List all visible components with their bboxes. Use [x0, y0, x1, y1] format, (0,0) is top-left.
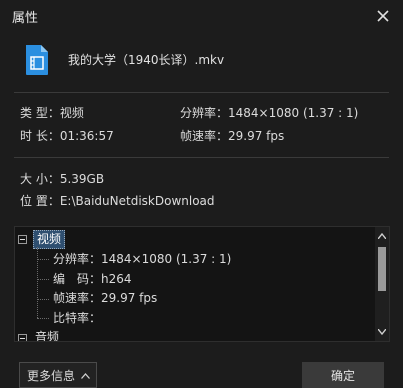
file-name: 我的大学（1940长译）.mkv	[68, 53, 225, 67]
collapse-icon[interactable]	[18, 235, 27, 244]
tree-item[interactable]: 帧速率：29.97 fps	[53, 290, 157, 306]
window-title: 属性	[12, 11, 39, 26]
divider	[14, 157, 389, 158]
collapse-icon[interactable]	[18, 334, 27, 341]
path-label: 位 置：	[20, 194, 60, 208]
size-label: 大 小：	[20, 172, 60, 186]
framerate-row: 帧速率：29.97 fps	[180, 127, 284, 144]
duration-label: 时 长：	[20, 129, 60, 143]
scroll-up-icon[interactable]	[375, 229, 389, 243]
title-bar: 属性	[0, 0, 403, 32]
resolution-label: 分辨率：	[180, 106, 229, 120]
tree-item-label: 比特率：	[53, 311, 102, 325]
size-value: 5.39GB	[59, 172, 105, 186]
resolution-row: 分辨率：1484×1080 (1.37 : 1)	[180, 104, 358, 121]
tree-item[interactable]: 比特率：	[53, 310, 101, 326]
tree-item-value: h264	[101, 272, 132, 286]
type-row: 类 型：视频	[20, 104, 84, 121]
tree-item[interactable]: 编 码：h264	[53, 271, 132, 287]
tree-item-value: 1484×1080 (1.37 : 1)	[101, 252, 232, 266]
tree-connector	[37, 318, 49, 319]
tree-item-label: 分辨率：	[53, 252, 102, 266]
framerate-value: 29.97 fps	[228, 129, 285, 143]
media-info-tree[interactable]: 视频 分辨率：1484×1080 (1.37 : 1) 编 码：h264 帧速率…	[14, 226, 390, 342]
more-info-label: 更多信息	[27, 368, 76, 383]
scrollbar-thumb[interactable]	[378, 247, 386, 291]
scroll-down-icon[interactable]	[375, 325, 389, 339]
tree-item-label: 编 码：	[53, 272, 102, 286]
resolution-value: 1484×1080 (1.37 : 1)	[228, 106, 359, 120]
tree-node-audio[interactable]: 音频	[35, 329, 59, 341]
chevron-up-icon	[81, 368, 91, 382]
divider	[14, 92, 389, 93]
duration-row: 时 长：01:36:57	[20, 127, 114, 144]
size-row: 大 小：5.39GB	[20, 170, 104, 187]
tree-connector	[37, 259, 49, 260]
tree-scrollbar[interactable]	[375, 227, 389, 341]
tree-connector	[37, 247, 38, 318]
duration-value: 01:36:57	[59, 129, 114, 143]
video-file-icon	[24, 44, 50, 79]
close-icon[interactable]	[373, 6, 393, 26]
framerate-label: 帧速率：	[180, 129, 229, 143]
type-label: 类 型：	[20, 106, 60, 120]
tree-item[interactable]: 分辨率：1484×1080 (1.37 : 1)	[53, 251, 231, 267]
type-value: 视频	[59, 106, 84, 120]
tree-connector	[37, 279, 49, 280]
tree-item-value: 29.97 fps	[101, 291, 158, 305]
path-value[interactable]: E:\BaiduNetdiskDownload	[60, 194, 215, 208]
path-row: 位 置：E:\BaiduNetdiskDownload	[20, 192, 215, 209]
more-info-button[interactable]: 更多信息	[19, 362, 97, 388]
ok-button[interactable]: 确定	[302, 362, 384, 388]
tree-item-label: 帧速率：	[53, 291, 102, 305]
tree-connector	[37, 299, 49, 300]
